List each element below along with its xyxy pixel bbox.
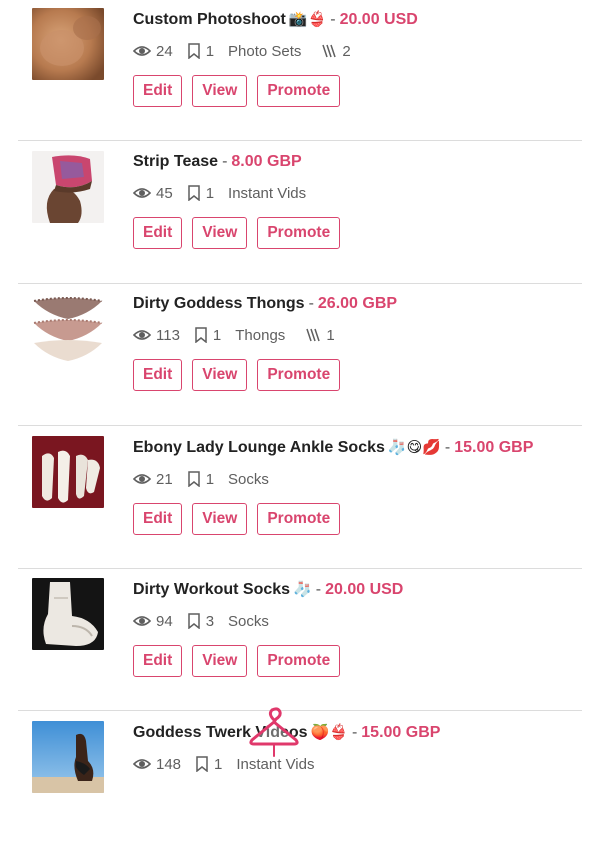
view-count: 45 (156, 184, 173, 202)
bookmark-icon (195, 327, 207, 343)
listing-title-line: Goddess Twerk Videos 🍑👙 -15.00 GBP (133, 723, 441, 741)
edit-button[interactable]: Edit (133, 359, 183, 391)
promote-button[interactable]: Promote (257, 217, 341, 249)
listing-item: Strip Tease -8.00 GBP 45 1 Instant Vids E… (18, 141, 582, 284)
eye-icon (133, 330, 151, 340)
title-emoji: 🍑👙 (310, 723, 348, 741)
listing-title[interactable]: Strip Tease (133, 153, 218, 170)
view-button[interactable]: View (192, 645, 248, 677)
view-count: 148 (156, 755, 182, 773)
listing-category: Socks (228, 470, 269, 488)
listing-thumbnail[interactable] (32, 8, 104, 80)
bookmark-icon (187, 613, 200, 629)
listing-stats: 24 1 Photo Sets 2 (133, 40, 582, 62)
listing-title-line: Strip Tease -8.00 GBP (133, 153, 302, 170)
eye-icon (133, 188, 151, 198)
save-count: 1 (205, 42, 215, 60)
listing-price: 26.00 GBP (317, 295, 398, 312)
hanger-icon[interactable] (246, 706, 302, 762)
save-count: 1 (212, 326, 222, 344)
edit-button[interactable]: Edit (133, 645, 183, 677)
listing-title[interactable]: Custom Photoshoot (133, 11, 286, 28)
listing-title[interactable]: Ebony Lady Lounge Ankle Socks (133, 439, 385, 456)
promote-button[interactable]: Promote (257, 75, 341, 107)
listing-title-line: Dirty Workout Socks 🧦 -20.00 USD (133, 580, 404, 598)
listing-actions: Edit View Promote (133, 503, 582, 535)
listing-price: 15.00 GBP (361, 724, 441, 741)
listing-actions: Edit View Promote (133, 75, 582, 107)
save-count: 1 (205, 470, 215, 488)
item-count: 2 (342, 42, 351, 60)
bookmark-icon (187, 185, 200, 201)
listing-thumbnail[interactable] (32, 151, 104, 223)
eye-icon (133, 616, 151, 626)
view-button[interactable]: View (192, 503, 248, 535)
listing-stats: 94 3 Socks (133, 610, 582, 632)
listing-price: 20.00 USD (339, 11, 418, 28)
listing-thumbnail[interactable] (32, 721, 104, 793)
view-count: 94 (156, 612, 173, 630)
listing-title[interactable]: Dirty Goddess Thongs (133, 295, 305, 312)
promote-button[interactable]: Promote (257, 645, 341, 677)
bookmark-icon (187, 471, 200, 487)
listing-price: 20.00 USD (325, 581, 404, 598)
listing-actions: Edit View Promote (133, 359, 582, 391)
view-button[interactable]: View (192, 359, 248, 391)
listing-title-line: Ebony Lady Lounge Ankle Socks 🧦😋💋 -15.00 G… (133, 438, 534, 456)
listing-item: Custom Photoshoot 📸👙 -20.00 USD 24 1 Photo… (18, 0, 582, 141)
edit-button[interactable]: Edit (133, 217, 183, 249)
view-button[interactable]: View (192, 217, 248, 249)
eye-icon (133, 46, 151, 56)
bookmark-icon (187, 43, 200, 59)
listing-title[interactable]: Dirty Workout Socks (133, 581, 290, 598)
promote-button[interactable]: Promote (257, 503, 341, 535)
listing-stats: 45 1 Instant Vids (133, 182, 582, 204)
listing-thumbnail[interactable] (32, 578, 104, 650)
title-emoji: 🧦😋💋 (387, 438, 441, 456)
promote-button[interactable]: Promote (257, 359, 341, 391)
listing-item: Ebony Lady Lounge Ankle Socks 🧦😋💋 -15.00 G… (18, 426, 582, 569)
listing-stats: 148 1 Instant Vids (133, 753, 582, 775)
listing-price: 15.00 GBP (454, 439, 534, 456)
listing-category: Photo Sets (228, 42, 302, 60)
listing-title-line: Custom Photoshoot 📸👙 -20.00 USD (133, 10, 418, 28)
eye-icon (133, 759, 151, 769)
stack-icon (322, 44, 337, 58)
bookmark-icon (196, 756, 208, 772)
item-count: 1 (326, 326, 335, 344)
edit-button[interactable]: Edit (133, 503, 183, 535)
listing-title-line: Dirty Goddess Thongs -26.00 GBP (133, 295, 398, 312)
view-count: 21 (156, 470, 173, 488)
listing-price: 8.00 GBP (231, 153, 302, 170)
view-button[interactable]: View (192, 75, 248, 107)
save-count: 1 (205, 184, 215, 202)
listing-thumbnail[interactable] (32, 293, 104, 365)
eye-icon (133, 474, 151, 484)
stack-icon (306, 328, 321, 342)
listing-category: Thongs (235, 326, 286, 344)
edit-button[interactable]: Edit (133, 75, 183, 107)
view-count: 113 (156, 326, 180, 344)
save-count: 1 (214, 755, 223, 773)
listing-category: Socks (228, 612, 269, 630)
listing-category: Instant Vids (228, 184, 307, 202)
title-emoji: 🧦 (293, 580, 312, 598)
listing-thumbnail[interactable] (32, 436, 104, 508)
listing-stats: 113 1 Thongs 1 (133, 324, 582, 346)
listing-item: Dirty Workout Socks 🧦 -20.00 USD 94 3 Sock… (18, 568, 582, 711)
listing-stats: 21 1 Socks (133, 468, 582, 490)
listing-actions: Edit View Promote (133, 217, 582, 249)
listing-actions: Edit View Promote (133, 645, 582, 677)
title-emoji: 📸👙 (288, 10, 327, 28)
save-count: 3 (205, 612, 215, 630)
listing-item: Dirty Goddess Thongs -26.00 GBP 113 1 Tho… (18, 283, 582, 426)
view-count: 24 (156, 42, 173, 60)
